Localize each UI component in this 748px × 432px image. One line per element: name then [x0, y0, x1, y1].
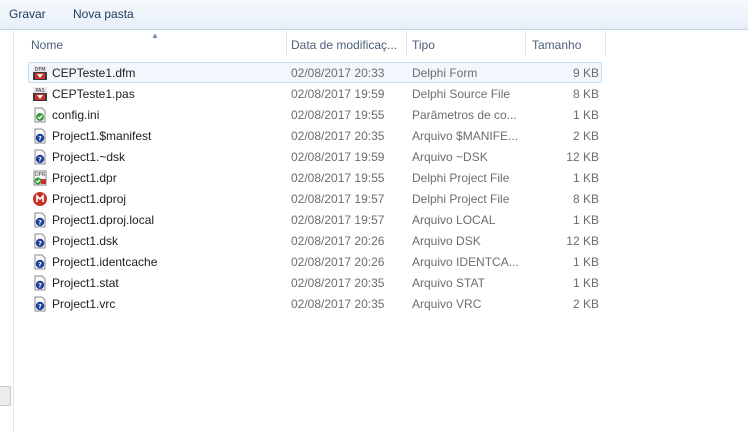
file-name: Project1.vrc — [52, 297, 116, 311]
column-header-name[interactable]: Nome ▲ — [15, 31, 287, 56]
file-row[interactable]: ? Project1.dproj.local 02/08/2017 19:57 Arq… — [28, 209, 602, 230]
file-row[interactable]: PAS CEPTeste1.pas 02/08/2017 19:59 Delphi S… — [28, 83, 602, 104]
svg-text:DPR: DPR — [35, 172, 46, 178]
file-size: 1 KB — [572, 255, 599, 269]
column-header-type-label: Tipo — [412, 38, 435, 52]
unknown-file-icon: ? — [32, 254, 48, 270]
file-date-modified: 02/08/2017 20:35 — [291, 297, 385, 311]
delphi-source-icon: PAS — [32, 86, 48, 102]
file-size: 1 KB — [572, 276, 599, 290]
file-name: Project1.dsk — [52, 234, 119, 248]
file-row[interactable]: DPR Project1.dpr 02/08/2017 19:55 Delphi Pr… — [28, 167, 602, 188]
column-header: Nome ▲ Data de modificaç... Tipo Tamanho — [15, 31, 748, 56]
unknown-file-icon: ? — [32, 275, 48, 291]
column-header-size[interactable]: Tamanho — [526, 31, 606, 56]
file-size: 2 KB — [572, 297, 599, 311]
file-row[interactable]: ? Project1.dsk 02/08/2017 20:26 Arquivo DSK… — [28, 230, 602, 251]
file-date-modified: 02/08/2017 20:26 — [291, 234, 385, 248]
svg-text:?: ? — [38, 302, 42, 310]
file-size: 8 KB — [572, 192, 599, 206]
file-name: Project1.~dsk — [52, 150, 126, 164]
file-date-modified: 02/08/2017 19:55 — [291, 108, 385, 122]
file-name: CEPTeste1.dfm — [52, 66, 136, 80]
file-size: 1 KB — [572, 213, 599, 227]
file-name: CEPTeste1.pas — [52, 87, 135, 101]
delphi-dproj-icon — [32, 191, 48, 207]
unknown-file-icon: ? — [32, 233, 48, 249]
file-name: Project1.$manifest — [52, 129, 152, 143]
navigation-pane — [0, 31, 14, 432]
file-size: 9 KB — [572, 66, 599, 80]
file-name: Project1.stat — [52, 276, 119, 290]
svg-text:DFM: DFM — [34, 67, 45, 73]
column-header-name-label: Nome — [31, 38, 64, 52]
file-type: Arquivo ~DSK — [412, 150, 488, 164]
file-row[interactable]: ? Project1.stat 02/08/2017 20:35 Arquivo ST… — [28, 272, 602, 293]
file-size: 1 KB — [572, 108, 599, 122]
file-size: 12 KB — [566, 234, 599, 248]
delphi-form-icon: DFM — [32, 65, 48, 81]
file-row[interactable]: ? Project1.vrc 02/08/2017 20:35 Arquivo VRC… — [28, 293, 602, 314]
file-row[interactable]: ? Project1.identcache 02/08/2017 20:26 Arqu… — [28, 251, 602, 272]
file-row[interactable]: ? Project1.$manifest 02/08/2017 20:35 Arqui… — [28, 125, 602, 146]
file-date-modified: 02/08/2017 19:57 — [291, 213, 385, 227]
navigation-scrollbar[interactable] — [0, 386, 11, 406]
file-date-modified: 02/08/2017 19:55 — [291, 171, 385, 185]
file-date-modified: 02/08/2017 20:26 — [291, 255, 385, 269]
file-date-modified: 02/08/2017 19:59 — [291, 150, 385, 164]
svg-text:?: ? — [38, 155, 42, 163]
column-header-date-label: Data de modificaç... — [291, 38, 398, 52]
config-file-icon — [32, 107, 48, 123]
file-type: Arquivo STAT — [412, 276, 485, 290]
svg-text:?: ? — [38, 239, 42, 247]
file-row[interactable]: Project1.dproj 02/08/2017 19:57 Delphi Pro… — [28, 188, 602, 209]
file-size: 12 KB — [566, 150, 599, 164]
file-type: Arquivo DSK — [412, 234, 481, 248]
file-row[interactable]: config.ini 02/08/2017 19:55 Parâmetros de … — [28, 104, 602, 125]
save-button[interactable]: Gravar — [9, 7, 46, 21]
file-name: Project1.dpr — [52, 171, 117, 185]
file-type: Arquivo $MANIFE... — [412, 129, 519, 143]
file-size: 2 KB — [572, 129, 599, 143]
column-header-type[interactable]: Tipo — [407, 31, 526, 56]
file-name: Project1.dproj — [52, 192, 127, 206]
file-date-modified: 02/08/2017 20:35 — [291, 129, 385, 143]
file-name: config.ini — [52, 108, 100, 122]
svg-text:?: ? — [38, 281, 42, 289]
file-type: Parâmetros de co... — [412, 108, 517, 122]
new-folder-button[interactable]: Nova pasta — [73, 7, 134, 21]
column-header-date[interactable]: Data de modificaç... — [287, 31, 407, 56]
sort-up-icon: ▲ — [151, 31, 159, 40]
file-size: 8 KB — [572, 87, 599, 101]
file-type: Arquivo IDENTCA... — [412, 255, 519, 269]
file-row[interactable]: DFM CEPTeste1.dfm 02/08/2017 20:33 Delphi F… — [28, 62, 602, 83]
file-type: Arquivo LOCAL — [412, 213, 496, 227]
unknown-file-icon: ? — [32, 128, 48, 144]
file-date-modified: 02/08/2017 19:59 — [291, 87, 385, 101]
command-toolbar: Gravar Nova pasta — [0, 0, 748, 30]
file-date-modified: 02/08/2017 20:35 — [291, 276, 385, 290]
file-name: Project1.identcache — [52, 255, 158, 269]
svg-text:?: ? — [38, 134, 42, 142]
file-type: Delphi Form — [412, 66, 478, 80]
file-name: Project1.dproj.local — [52, 213, 155, 227]
file-row[interactable]: ? Project1.~dsk 02/08/2017 19:59 Arquivo ~D… — [28, 146, 602, 167]
file-date-modified: 02/08/2017 19:57 — [291, 192, 385, 206]
svg-text:PAS: PAS — [35, 88, 44, 94]
file-type: Delphi Project File — [412, 171, 510, 185]
delphi-project-icon: DPR — [32, 170, 48, 186]
svg-text:?: ? — [38, 260, 42, 268]
file-type: Delphi Project File — [412, 192, 510, 206]
file-type: Arquivo VRC — [412, 297, 482, 311]
file-date-modified: 02/08/2017 20:33 — [291, 66, 385, 80]
unknown-file-icon: ? — [32, 296, 48, 312]
unknown-file-icon: ? — [32, 149, 48, 165]
column-header-size-label: Tamanho — [532, 38, 582, 52]
svg-text:?: ? — [38, 218, 42, 226]
file-type: Delphi Source File — [412, 87, 511, 101]
unknown-file-icon: ? — [32, 212, 48, 228]
file-size: 1 KB — [572, 171, 599, 185]
